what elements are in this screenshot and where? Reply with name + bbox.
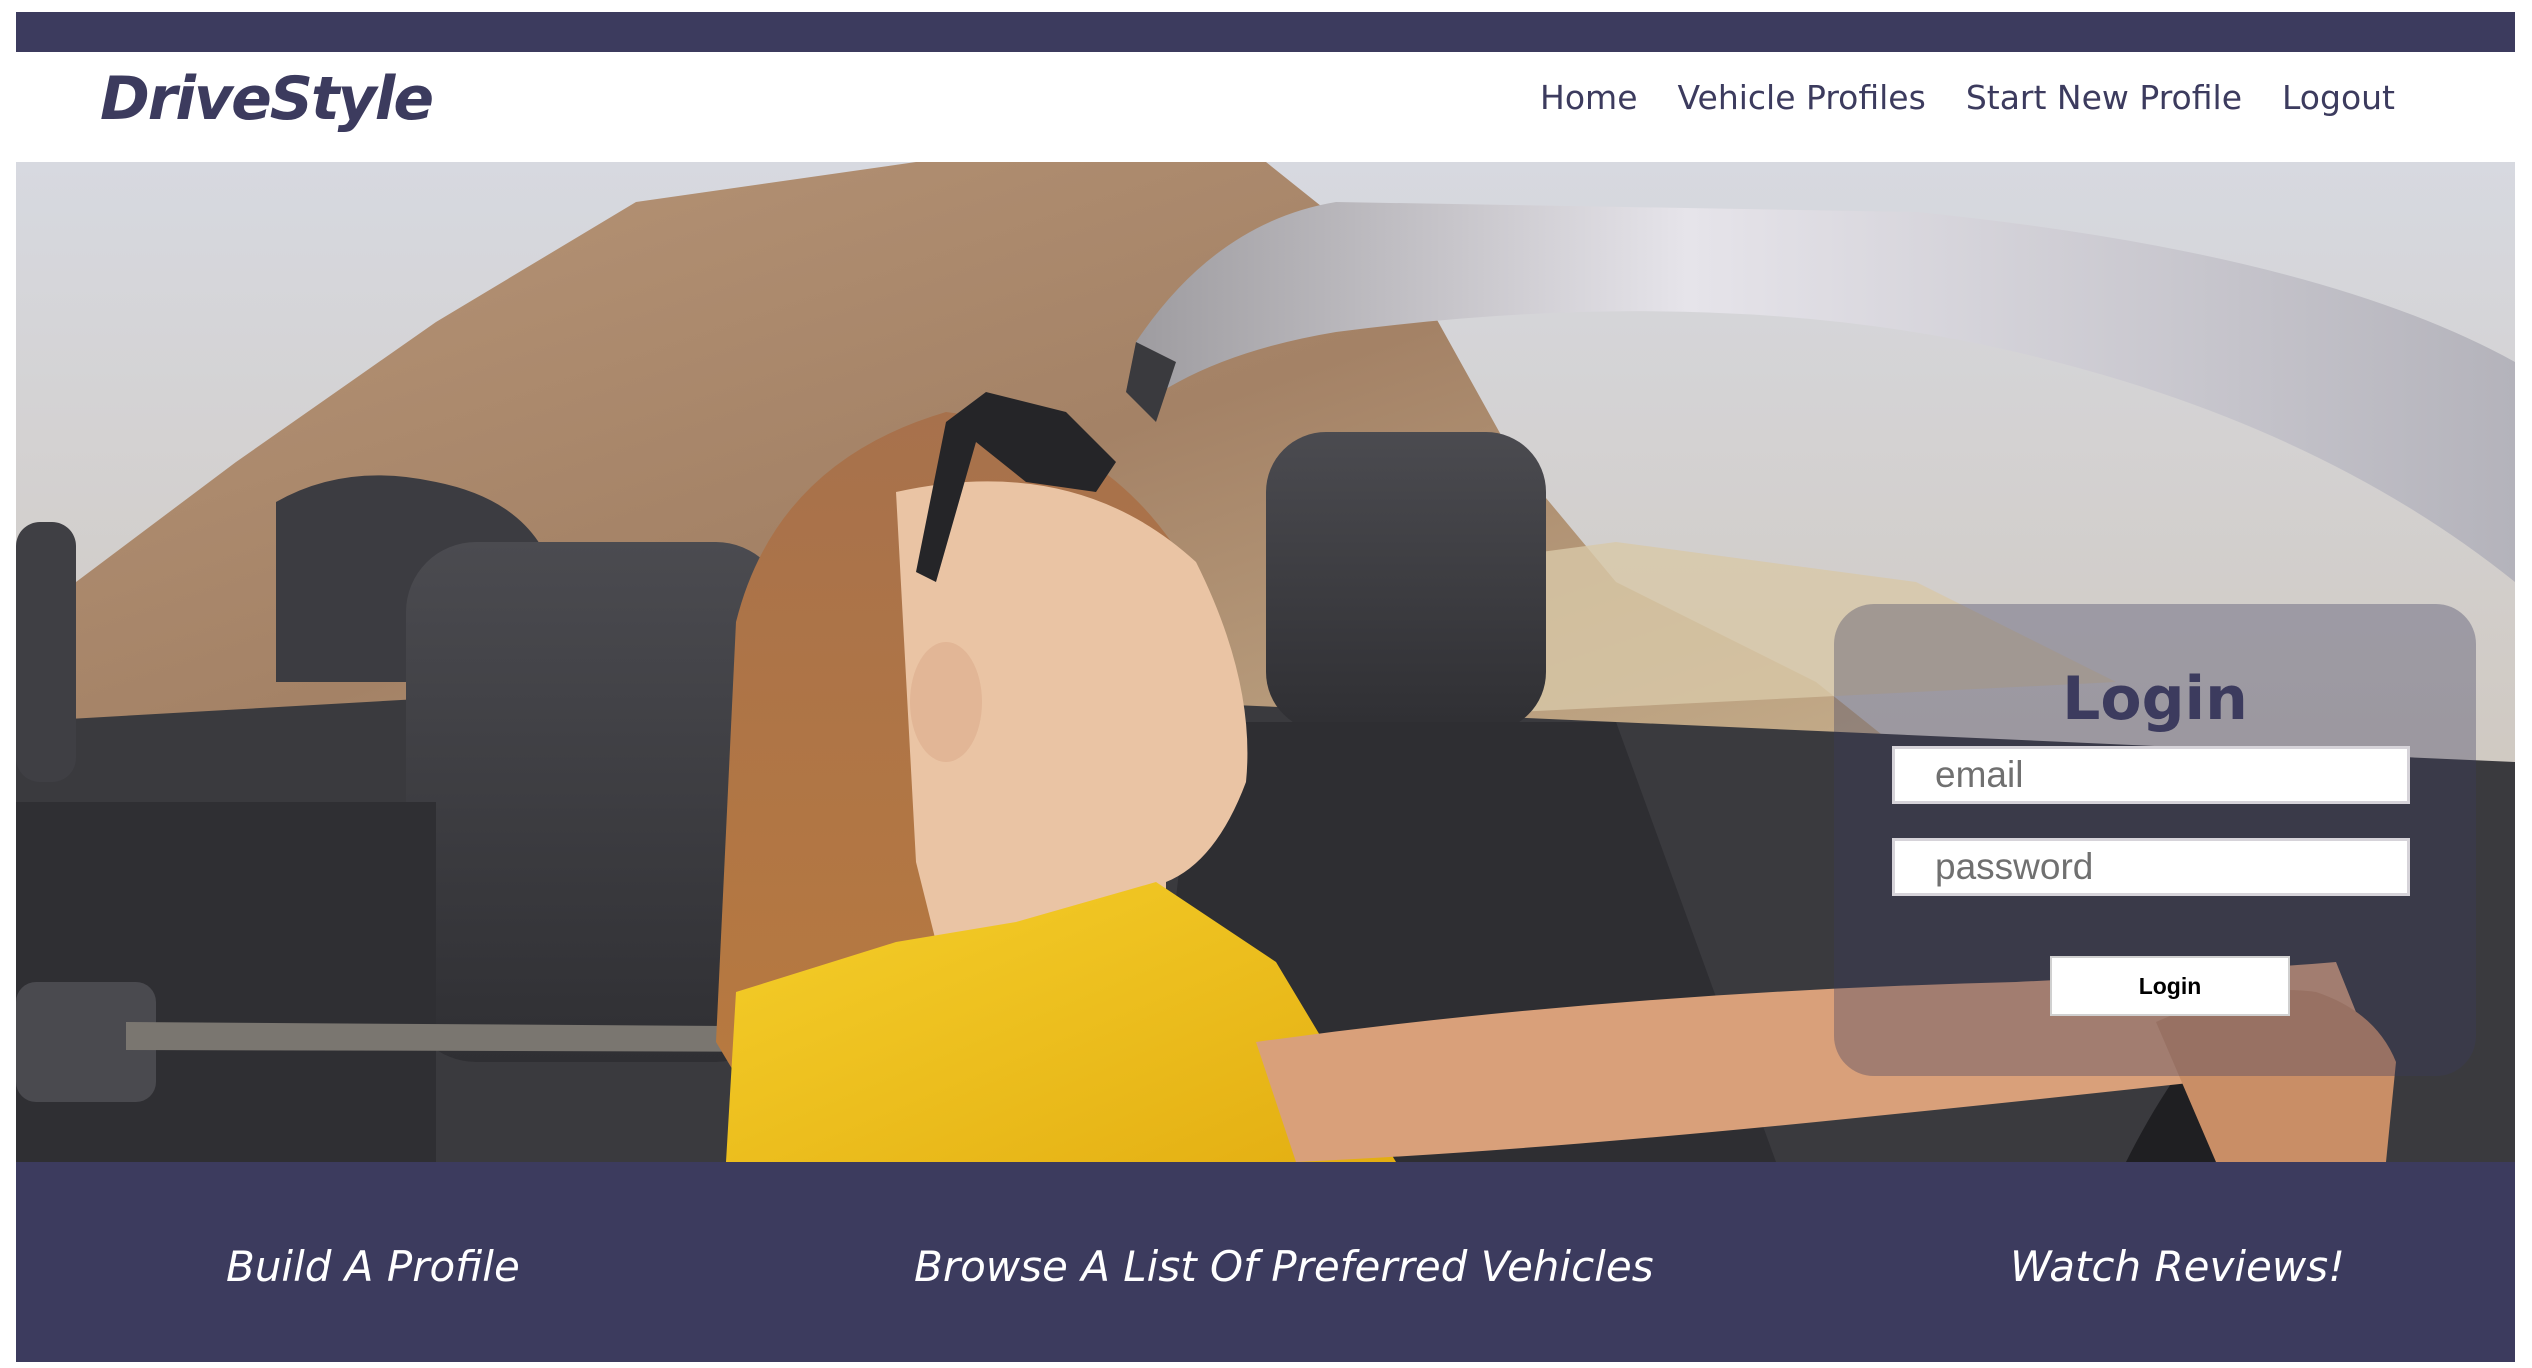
- email-input[interactable]: [1892, 746, 2410, 804]
- top-accent-bar: [16, 12, 2515, 52]
- features-bar: Build A Profile Browse A List Of Preferr…: [16, 1162, 2515, 1362]
- nav-logout-link[interactable]: Logout: [2262, 78, 2415, 117]
- password-input[interactable]: [1892, 838, 2410, 896]
- site-header: DriveStyle Home Vehicle Profiles Start N…: [16, 52, 2515, 172]
- main-nav: Home Vehicle Profiles Start New Profile …: [1520, 78, 2415, 117]
- hero-banner: Login Login: [16, 162, 2515, 1162]
- nav-vehicle-profiles-link[interactable]: Vehicle Profiles: [1658, 78, 1946, 117]
- nav-start-new-profile-link[interactable]: Start New Profile: [1946, 78, 2262, 117]
- brand-logo[interactable]: DriveStyle: [100, 64, 434, 134]
- nav-home-link[interactable]: Home: [1520, 78, 1657, 117]
- feature-build-profile: Build A Profile: [226, 1242, 520, 1291]
- feature-browse-vehicles: Browse A List Of Preferred Vehicles: [914, 1242, 1654, 1291]
- login-panel: Login Login: [1834, 604, 2476, 1076]
- login-title: Login: [2062, 664, 2248, 734]
- feature-watch-reviews: Watch Reviews!: [2010, 1242, 2345, 1291]
- login-button[interactable]: Login: [2050, 956, 2290, 1016]
- page-frame: DriveStyle Home Vehicle Profiles Start N…: [16, 12, 2515, 1362]
